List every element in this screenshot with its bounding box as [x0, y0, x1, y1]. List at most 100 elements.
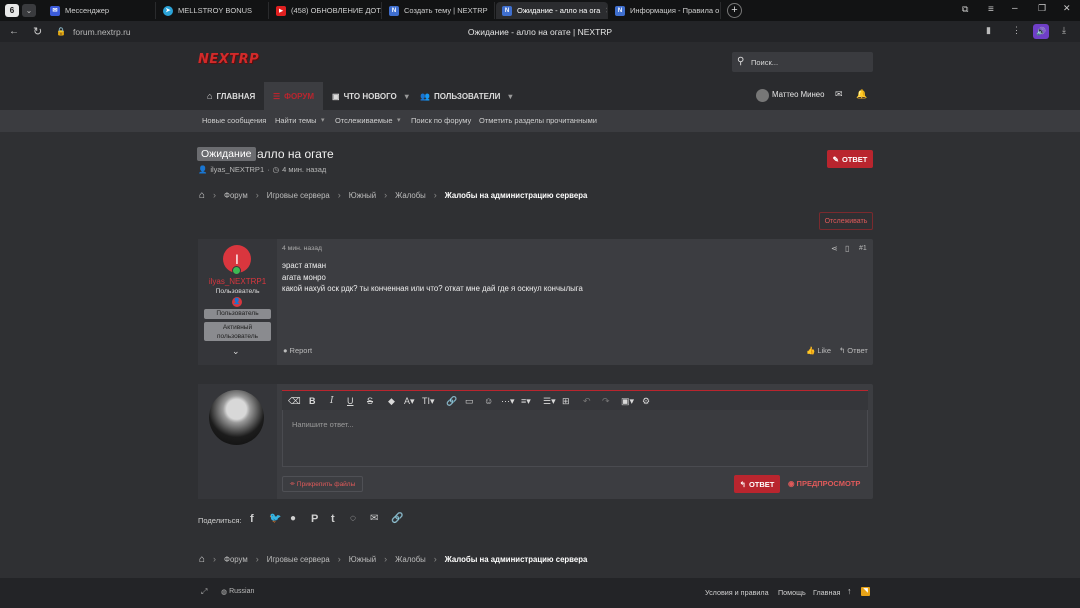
preview-button[interactable]: ◉ ПРЕДПРОСМОТР: [788, 479, 860, 488]
settings-icon[interactable]: ⚙: [642, 396, 650, 406]
lock-icon[interactable]: 🔒: [56, 27, 66, 36]
like-button[interactable]: 👍 Like: [806, 346, 831, 355]
chevron-down-icon[interactable]: ▾: [321, 110, 325, 132]
rss-icon[interactable]: ◥: [861, 587, 870, 596]
list-icon[interactable]: ☰▾: [543, 396, 556, 406]
subnav-find-threads[interactable]: Найти темы: [275, 110, 317, 132]
user-name[interactable]: Маттео Минео: [772, 90, 824, 99]
table-icon[interactable]: ⊞: [562, 396, 570, 406]
expand-icon[interactable]: ⤢: [201, 587, 207, 597]
tabs-menu-icon[interactable]: ⌄: [22, 4, 36, 17]
maximize-icon[interactable]: ❐: [1038, 3, 1050, 15]
search-input[interactable]: Поиск...: [751, 58, 778, 67]
breadcrumb-item[interactable]: Игровые сервера: [267, 191, 330, 200]
more-icon[interactable]: ⋮: [1012, 25, 1021, 36]
image-icon[interactable]: ▭: [465, 396, 474, 406]
tab-youtube[interactable]: ▶ (458) ОБНОВЛЕНИЕ ДОТА: [270, 2, 382, 19]
breadcrumb-current[interactable]: Жалобы на администрацию сервера: [445, 555, 588, 564]
footer-home[interactable]: Главная: [813, 588, 840, 597]
menu-icon[interactable]: ≡: [988, 4, 1000, 16]
subnav-watched[interactable]: Отслеживаемые: [335, 110, 393, 132]
post-username[interactable]: ilyas_NEXTRP1: [198, 277, 277, 286]
breadcrumb-item[interactable]: Жалобы: [395, 555, 426, 564]
footer-help[interactable]: Помощь: [778, 588, 806, 597]
breadcrumb-item[interactable]: Форум: [224, 191, 248, 200]
breadcrumb-item[interactable]: Южный: [349, 191, 376, 200]
subnav-new-posts[interactable]: Новые сообщения: [202, 110, 266, 132]
thread-author[interactable]: ilyas_NEXTRP1: [210, 165, 264, 174]
breadcrumb-current[interactable]: Жалобы на администрацию сервера: [445, 191, 588, 200]
clipboard-icon[interactable]: ▣▾: [621, 396, 634, 406]
report-link[interactable]: ● Report: [283, 346, 312, 355]
underline-icon[interactable]: U: [347, 396, 354, 406]
pinterest-icon[interactable]: P: [311, 513, 325, 527]
reload-icon[interactable]: ↻: [33, 25, 42, 38]
eraser-icon[interactable]: ⌫: [288, 396, 301, 406]
nav-forums[interactable]: ☰ ФОРУМ: [264, 82, 323, 110]
minimize-icon[interactable]: –: [1012, 3, 1024, 15]
text-size-icon[interactable]: TI▾: [422, 396, 435, 406]
back-icon[interactable]: ←: [9, 26, 19, 37]
chevron-down-icon[interactable]: ▾: [397, 110, 401, 132]
smiley-icon[interactable]: ☺: [484, 396, 493, 406]
snapshot-icon[interactable]: ⧉: [962, 4, 974, 16]
tab-mellstroy[interactable]: ➤ MELLSTROY BONUS: [157, 2, 269, 19]
subnav-search-forums[interactable]: Поиск по форуму: [411, 110, 471, 132]
bookmark-icon[interactable]: ▯: [845, 244, 849, 253]
search-box[interactable]: ⚲ Поиск...: [732, 52, 873, 72]
post-number[interactable]: #1: [859, 245, 867, 252]
tumblr-icon[interactable]: t: [331, 513, 345, 527]
breadcrumb-item[interactable]: Жалобы: [395, 191, 426, 200]
chevron-down-icon[interactable]: ▾: [508, 92, 512, 101]
more-options-icon[interactable]: ⋯▾: [501, 396, 515, 406]
breadcrumb-item[interactable]: Форум: [224, 555, 248, 564]
current-user-avatar[interactable]: [209, 390, 264, 445]
tab-rules[interactable]: N Информация - Правила о: [609, 2, 721, 19]
italic-icon[interactable]: I: [330, 396, 334, 406]
nav-whats-new[interactable]: ▣ ЧТО НОВОГО ▾: [332, 82, 409, 110]
bell-icon[interactable]: 🔔: [856, 89, 867, 100]
link-icon[interactable]: 🔗: [391, 513, 405, 527]
subnav-mark-read[interactable]: Отметить разделы прочитанными: [479, 110, 597, 132]
post-time[interactable]: 4 мин. назад: [282, 245, 322, 252]
post-reply-link[interactable]: ↰ Ответ: [839, 346, 868, 355]
undo-icon[interactable]: ↶: [583, 396, 591, 406]
facebook-icon[interactable]: f: [250, 513, 264, 527]
link-icon[interactable]: 🔗: [446, 396, 457, 406]
url-field[interactable]: forum.nextrp.ru: [73, 27, 131, 37]
whatsapp-icon[interactable]: ◌: [350, 513, 364, 527]
language-chooser[interactable]: ◍ Russian: [221, 588, 254, 596]
reddit-icon[interactable]: ●: [290, 513, 304, 527]
footer-terms[interactable]: Условия и правила: [705, 588, 769, 597]
redo-icon[interactable]: ↷: [602, 396, 610, 406]
align-icon[interactable]: ≡▾: [521, 396, 531, 406]
color-icon[interactable]: ◆: [388, 396, 395, 406]
nav-members[interactable]: 👥 ПОЛЬЗОВАТЕЛИ ▾: [420, 82, 512, 110]
chevron-down-icon[interactable]: ⌄: [232, 346, 240, 357]
nav-home[interactable]: ⌂ ГЛАВНАЯ: [207, 82, 255, 110]
breadcrumb-item[interactable]: Игровые сервера: [267, 555, 330, 564]
tab-create-topic[interactable]: N Создать тему | NEXTRP: [383, 2, 495, 19]
email-icon[interactable]: ✉: [370, 513, 384, 527]
home-icon[interactable]: ⌂: [199, 190, 205, 201]
tab-messenger[interactable]: ✉ Мессенджер: [44, 2, 156, 19]
close-tab-icon[interactable]: ✕: [605, 6, 607, 15]
sound-icon[interactable]: 🔊: [1033, 24, 1049, 39]
chevron-down-icon[interactable]: ▾: [405, 92, 409, 101]
thread-prefix[interactable]: Ожидание: [197, 147, 256, 161]
download-icon[interactable]: ⤓: [1062, 25, 1066, 36]
new-tab-button[interactable]: +: [727, 3, 742, 18]
thread-time[interactable]: 4 мин. назад: [282, 165, 326, 174]
breadcrumb-item[interactable]: Южный: [349, 555, 376, 564]
reply-textarea[interactable]: Напишите ответ...: [282, 410, 868, 467]
user-avatar[interactable]: [756, 89, 769, 102]
thread-reply-button[interactable]: ✎ ОТВЕТ: [827, 150, 873, 168]
bold-icon[interactable]: B: [309, 396, 316, 406]
watch-button[interactable]: Отслеживать: [819, 212, 873, 230]
workspace-badge[interactable]: 6: [5, 4, 19, 17]
attach-files-button[interactable]: ⌯ Прикрепить файлы: [282, 476, 363, 492]
close-window-icon[interactable]: ✕: [1063, 3, 1075, 15]
tab-current-thread[interactable]: N Ожидание - алло на ога ✕: [496, 2, 608, 19]
bookmark-icon[interactable]: ▮: [986, 25, 991, 36]
font-icon[interactable]: A▾: [404, 396, 415, 406]
